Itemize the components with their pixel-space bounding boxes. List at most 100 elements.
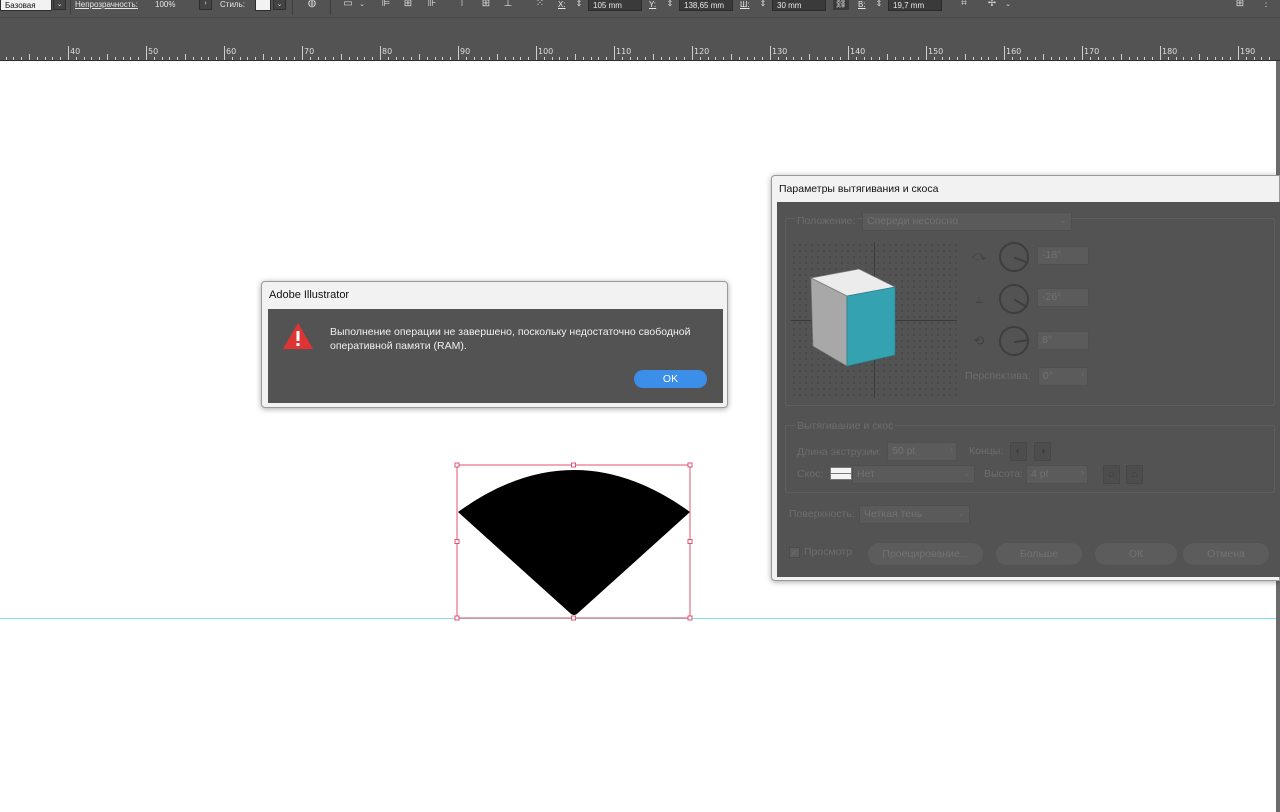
ruler-tick	[1176, 57, 1177, 60]
ok-button[interactable]: ОК	[1095, 543, 1177, 565]
map-art-button[interactable]: Проецирование...	[868, 543, 983, 565]
puppet-warp-chevron-icon[interactable]: ⌄	[1000, 0, 1016, 10]
selected-artwork[interactable]	[450, 458, 700, 626]
rotate-z-field[interactable]: 8°	[1037, 331, 1089, 350]
rotate-x-field[interactable]: -18°	[1037, 246, 1089, 265]
ruler-tick	[21, 57, 22, 60]
horizontal-ruler[interactable]: 40 50 60 70 80 90 100 110 120 130 140 150 160 170 180 1…	[0, 46, 1280, 61]
cancel-button[interactable]: Отмена	[1183, 543, 1269, 565]
align-middle-icon[interactable]: ⊞	[478, 0, 494, 10]
ruler-tick	[333, 57, 334, 60]
align-center-icon[interactable]: ⊞	[400, 0, 416, 10]
handle-bottom-left[interactable]	[454, 615, 460, 621]
cube-preview[interactable]	[791, 242, 957, 398]
ruler-tick	[614, 46, 615, 60]
cube-front-face	[846, 286, 896, 367]
handle-middle-right[interactable]	[687, 539, 693, 544]
handle-top-right[interactable]	[687, 462, 693, 468]
y-value: 138,65 mm	[684, 1, 725, 10]
reference-point-icon[interactable]: ⁙	[532, 0, 548, 10]
wedge-shape[interactable]	[458, 470, 690, 615]
ruler-tick	[1160, 46, 1161, 60]
ruler-tick	[1027, 57, 1028, 60]
ruler-tick	[965, 54, 966, 60]
ruler-tick	[528, 57, 529, 60]
handle-middle-left[interactable]	[454, 539, 460, 544]
x-value: 105 mm	[593, 1, 622, 10]
height-stepper-icon[interactable]: ⇕	[873, 0, 885, 10]
perspective-field[interactable]: 0° ›	[1038, 367, 1088, 386]
bevel-out-icon[interactable]: ⌂	[1103, 465, 1120, 484]
ruler-tick	[279, 57, 280, 60]
handle-bottom-center[interactable]	[571, 615, 576, 621]
ruler-tick	[154, 57, 155, 60]
opacity-label[interactable]: Непрозрачность:	[75, 0, 138, 9]
ruler-tick	[708, 57, 709, 60]
puppet-warp-icon[interactable]: ✢	[984, 0, 1000, 10]
ruler-tick	[13, 57, 14, 60]
opacity-value[interactable]: 100%	[155, 0, 175, 9]
rotate-y-dial[interactable]	[999, 284, 1029, 314]
more-options-button[interactable]: Больше	[996, 543, 1082, 565]
panel-menu-icon[interactable]: ⋮	[1258, 0, 1274, 10]
document-setup-chevron-icon[interactable]: ⌄	[354, 0, 370, 10]
style-swatch[interactable]	[255, 0, 271, 11]
transform-icon[interactable]: ⌗	[956, 0, 972, 10]
handle-top-center[interactable]	[571, 462, 576, 468]
y-stepper-icon[interactable]: ⇕	[664, 0, 676, 10]
cap-off-icon[interactable]: ◑	[1034, 442, 1051, 461]
width-stepper-icon[interactable]: ⇕	[757, 0, 769, 10]
cap-label: Концы:	[969, 445, 1004, 457]
rotation-track-cube[interactable]	[791, 242, 957, 398]
ruler-tick	[302, 46, 303, 60]
align-top-icon[interactable]: ⊤	[454, 0, 470, 10]
opacity-arrow-icon[interactable]: ›	[199, 0, 212, 10]
bevel-dropdown[interactable]: Нет ⌄	[852, 465, 975, 484]
height-field[interactable]: 19,7 mm	[888, 0, 942, 11]
ruler-tick	[294, 57, 295, 60]
preview-label[interactable]: Просмотр	[804, 546, 852, 558]
rotate-x-dial[interactable]	[999, 242, 1029, 272]
alert-ok-button[interactable]: OK	[634, 370, 707, 388]
preview-checkbox[interactable]: ✓	[789, 547, 800, 558]
ruler-tick	[216, 57, 217, 60]
x-stepper-icon[interactable]: ⇕	[573, 0, 585, 10]
ruler-tick	[559, 57, 560, 60]
ruler-tick	[419, 54, 420, 60]
recolor-artwork-icon[interactable]: ◍	[304, 0, 320, 10]
bevel-height-field[interactable]: 4 pt ›	[1026, 465, 1088, 484]
ruler-tick	[1152, 57, 1153, 60]
ruler-tick	[177, 57, 178, 60]
x-field[interactable]: 105 mm	[588, 0, 642, 11]
ruler-tick	[887, 54, 888, 60]
align-left-icon[interactable]: ⊫	[378, 0, 394, 10]
ruler-tick	[263, 54, 264, 60]
handle-bottom-right[interactable]	[687, 615, 693, 621]
rotate-y-field[interactable]: -26°	[1037, 288, 1089, 307]
graphic-style-chevron-icon[interactable]: ⌄	[53, 0, 66, 10]
handle-top-left[interactable]	[454, 462, 460, 468]
style-chevron-icon[interactable]: ⌄	[273, 0, 286, 10]
position-dropdown[interactable]: Спереди несоосно ⌄	[862, 212, 1072, 231]
ruler-tick	[1059, 57, 1060, 60]
height-label: В:	[858, 0, 866, 9]
alert-title: Adobe Illustrator	[269, 289, 350, 301]
constrain-proportions-icon[interactable]: ⛓	[833, 0, 849, 10]
ruler-tick	[325, 57, 326, 60]
ruler-label: 190	[1240, 47, 1256, 56]
y-field[interactable]: 138,65 mm	[679, 0, 733, 11]
extrude-depth-field[interactable]: 50 pt ›	[887, 442, 957, 461]
align-right-icon[interactable]: ⊪	[424, 0, 440, 10]
arrange-documents-icon[interactable]: ⊞	[1232, 0, 1248, 10]
cap-on-icon[interactable]: ◐	[1010, 442, 1027, 461]
dialog-title: Параметры вытягивания и скоса	[779, 183, 939, 195]
rotate-z-dial[interactable]	[999, 326, 1030, 356]
align-bottom-icon[interactable]: ⊥	[500, 0, 516, 10]
ruler-tick	[489, 57, 490, 60]
ruler-tick	[895, 57, 896, 60]
surface-dropdown[interactable]: Четкая тень ⌄	[859, 505, 970, 524]
graphic-style-dropdown[interactable]: Базовая	[0, 0, 52, 11]
bevel-in-icon[interactable]: ⌂	[1126, 465, 1143, 484]
ruler-tick	[458, 46, 459, 60]
width-field[interactable]: 30 mm	[772, 0, 826, 11]
